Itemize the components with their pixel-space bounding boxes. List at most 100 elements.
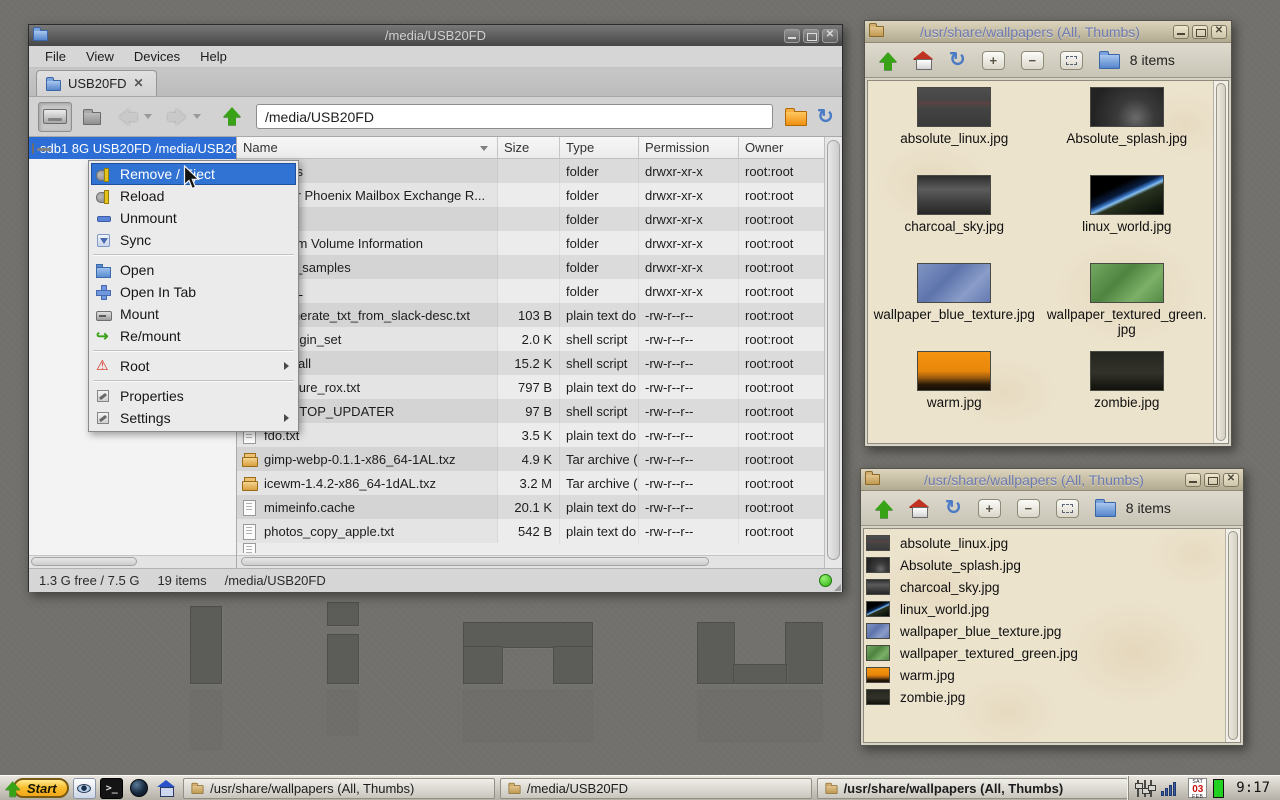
file-row[interactable]: stuff folder drwxr-xr-x root:root bbox=[237, 207, 824, 231]
list-horizontal-scrollbar[interactable] bbox=[237, 555, 824, 568]
file-row[interactable]: icewm-1.4.2-x86_64-1dAL.txz 3.2 M Tar ar… bbox=[237, 471, 824, 495]
file-list-item[interactable]: wallpaper_textured_green.jpg bbox=[864, 642, 1225, 664]
column-header-name[interactable]: Name bbox=[237, 137, 498, 158]
forward-history-dropdown[interactable] bbox=[193, 114, 201, 119]
file-row[interactable]: drivers folder drwxr-xr-x root:root bbox=[237, 159, 824, 183]
zoom-out-button[interactable]: − bbox=[1021, 51, 1044, 70]
taskbar-window-button[interactable]: /usr/share/wallpapers (All, Thumbs) bbox=[183, 778, 495, 799]
file-row-partial[interactable] bbox=[237, 543, 824, 553]
file-row[interactable]: 0_generate_txt_from_slack-desc.txt 103 B… bbox=[237, 303, 824, 327]
start-button[interactable]: Start bbox=[2, 778, 69, 798]
column-header-permission[interactable]: Permission bbox=[639, 137, 739, 158]
scrollbar-thumb[interactable] bbox=[827, 140, 840, 560]
menu-item[interactable]: Devices bbox=[124, 47, 190, 66]
column-header-size[interactable]: Size bbox=[498, 137, 560, 158]
taskbar-window-button[interactable]: /media/USB20FD bbox=[500, 778, 812, 799]
resize-grip[interactable] bbox=[834, 584, 841, 591]
browser-launcher[interactable] bbox=[127, 778, 150, 799]
file-thumbnail-item[interactable]: wallpaper_blue_texture.jpg bbox=[868, 263, 1041, 351]
list-vertical-scrollbar[interactable] bbox=[824, 137, 842, 568]
context-menu-item[interactable]: Open bbox=[91, 259, 296, 281]
file-row[interactable]: WinDL folder drwxr-xr-x root:root bbox=[237, 279, 824, 303]
minimize-button[interactable] bbox=[1173, 25, 1189, 39]
vertical-scrollbar[interactable] bbox=[1213, 81, 1228, 443]
taskbar-window-button[interactable]: /usr/share/wallpapers (All, Thumbs) bbox=[817, 778, 1129, 799]
sidebar-horizontal-scrollbar[interactable] bbox=[29, 555, 236, 568]
folder-view-button[interactable] bbox=[83, 112, 101, 125]
show-hidden-button[interactable] bbox=[1099, 54, 1120, 69]
file-row[interactable]: DESKTOP_UPDATER 97 B shell script -rw-r-… bbox=[237, 399, 824, 423]
context-menu-item[interactable]: Root bbox=[91, 355, 296, 377]
file-row[interactable]: Stellar Phoenix Mailbox Exchange R... fo… bbox=[237, 183, 824, 207]
context-menu-item[interactable]: Properties bbox=[91, 385, 296, 407]
vertical-scrollbar[interactable] bbox=[1225, 529, 1240, 742]
calendar-tray-icon[interactable]: SAT 03 FEB bbox=[1188, 778, 1207, 798]
context-menu-item[interactable]: Unmount bbox=[91, 207, 296, 229]
menu-item[interactable]: View bbox=[76, 47, 124, 66]
title-bar[interactable]: /usr/share/wallpapers (All, Thumbs) bbox=[861, 469, 1243, 491]
zoom-in-button[interactable]: + bbox=[982, 51, 1005, 70]
scrollbar-thumb[interactable] bbox=[1228, 531, 1238, 740]
column-header-owner[interactable]: Owner bbox=[739, 137, 824, 158]
file-row[interactable]: autologin_set 2.0 K shell script -rw-r--… bbox=[237, 327, 824, 351]
scrollbar-thumb[interactable] bbox=[1216, 83, 1226, 441]
back-history-dropdown[interactable] bbox=[144, 114, 152, 119]
file-list-item[interactable]: wallpaper_blue_texture.jpg bbox=[864, 620, 1225, 642]
path-input[interactable] bbox=[256, 104, 773, 129]
file-thumbnail-item[interactable]: Absolute_splash.jpg bbox=[1041, 87, 1214, 175]
up-button[interactable] bbox=[877, 52, 897, 69]
file-row[interactable]: gimp-webp-0.1.1-x86_64-1AL.txz 4.9 K Tar… bbox=[237, 447, 824, 471]
file-thumbnail-item[interactable]: wallpaper_textured_green.jpg bbox=[1041, 263, 1214, 351]
minimize-button[interactable] bbox=[784, 29, 800, 43]
maximize-button[interactable] bbox=[1192, 25, 1208, 39]
file-list-item[interactable]: absolute_linux.jpg bbox=[864, 532, 1225, 554]
context-menu-item[interactable]: Re/mount bbox=[91, 325, 296, 347]
menu-item[interactable]: File bbox=[35, 47, 76, 66]
context-menu-item[interactable]: Mount bbox=[91, 303, 296, 325]
maximize-button[interactable] bbox=[1204, 473, 1220, 487]
home-button[interactable] bbox=[909, 499, 929, 517]
scrollbar-thumb[interactable] bbox=[241, 557, 709, 566]
file-row[interactable]: mimeinfo.cache 20.1 K plain text do -rw-… bbox=[237, 495, 824, 519]
context-menu-item[interactable]: Open In Tab bbox=[91, 281, 296, 303]
taskbar-clock[interactable]: 9:17 bbox=[1236, 780, 1270, 796]
scrollbar-thumb[interactable] bbox=[31, 557, 137, 566]
forward-button[interactable] bbox=[166, 109, 188, 125]
file-row[interactable]: video_samples folder drwxr-xr-x root:roo… bbox=[237, 255, 824, 279]
title-bar[interactable]: /usr/share/wallpapers (All, Thumbs) bbox=[865, 21, 1231, 43]
file-row[interactable]: System Volume Information folder drwxr-x… bbox=[237, 231, 824, 255]
cpu-meter[interactable] bbox=[1213, 779, 1224, 798]
tab-usb20fd[interactable]: USB20FD bbox=[36, 70, 157, 96]
resize-window-button[interactable] bbox=[1056, 499, 1079, 518]
close-button[interactable] bbox=[822, 29, 838, 43]
zoom-in-button[interactable]: + bbox=[978, 499, 1001, 518]
file-thumbnail-item[interactable]: linux_world.jpg bbox=[1041, 175, 1214, 263]
column-header-type[interactable]: Type bbox=[560, 137, 639, 158]
file-row[interactable]: fdo.txt 3.5 K plain text do -rw-r--r-- r… bbox=[237, 423, 824, 447]
home-button[interactable] bbox=[913, 51, 933, 69]
refresh-button[interactable]: ↻ bbox=[945, 498, 962, 518]
file-list-item[interactable]: Absolute_splash.jpg bbox=[864, 554, 1225, 576]
refresh-button[interactable]: ↻ bbox=[949, 50, 966, 70]
file-thumbnail-item[interactable]: charcoal_sky.jpg bbox=[868, 175, 1041, 263]
close-button[interactable] bbox=[1211, 25, 1227, 39]
volume-mixer-icon[interactable] bbox=[1135, 780, 1154, 797]
resize-window-button[interactable] bbox=[1060, 51, 1083, 70]
file-manager-launcher[interactable] bbox=[155, 778, 178, 799]
tab-close-icon[interactable] bbox=[134, 77, 147, 90]
close-button[interactable] bbox=[1223, 473, 1239, 487]
file-list-item[interactable]: zombie.jpg bbox=[864, 686, 1225, 708]
file-row[interactable]: checkall 15.2 K shell script -rw-r--r-- … bbox=[237, 351, 824, 375]
file-list-item[interactable]: charcoal_sky.jpg bbox=[864, 576, 1225, 598]
title-bar[interactable]: /media/USB20FD bbox=[29, 25, 842, 46]
minimize-button[interactable] bbox=[1185, 473, 1201, 487]
maximize-button[interactable] bbox=[803, 29, 819, 43]
file-list-item[interactable]: linux_world.jpg bbox=[864, 598, 1225, 620]
file-row[interactable]: photos_copy_apple.txt 542 B plain text d… bbox=[237, 519, 824, 543]
device-view-button[interactable] bbox=[38, 102, 72, 132]
sidebar-device-selected[interactable]: sdb1 8G USB20FD /media/USB20FD bbox=[29, 137, 236, 159]
show-desktop-button[interactable] bbox=[73, 778, 96, 799]
up-button[interactable] bbox=[221, 107, 243, 126]
context-menu-item[interactable]: Settings bbox=[91, 407, 296, 429]
back-button[interactable] bbox=[117, 109, 139, 125]
